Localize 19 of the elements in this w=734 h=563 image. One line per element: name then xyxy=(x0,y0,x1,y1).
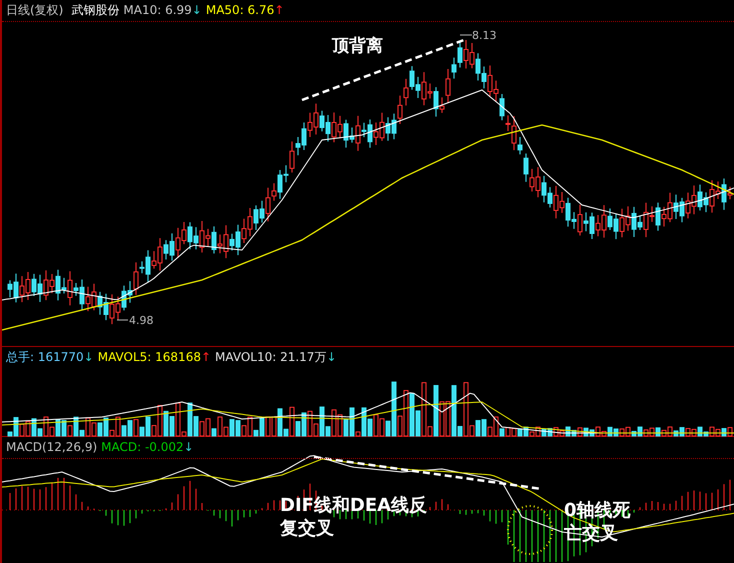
trend-arrow: ↑ xyxy=(200,349,212,366)
indicator-label: MACD(12,26,9) xyxy=(6,439,98,456)
annotation-text: 顶背离 xyxy=(332,35,383,58)
indicator-label: MA50: 6.76 xyxy=(206,2,274,19)
price-label: 4.98 xyxy=(129,313,154,329)
indicator-label: 总手: 161770 xyxy=(6,349,84,366)
dotted-ellipse xyxy=(507,505,553,555)
indicator-label: MA10: 6.99 xyxy=(123,2,192,19)
trend-arrow: ↓ xyxy=(84,349,94,366)
stock-name: 武钢股份 xyxy=(71,2,120,19)
trend-arrow: ↑ xyxy=(274,2,284,19)
indicator-label: MAVOL10: 21.17万 xyxy=(215,349,326,366)
indicator-label: MACD: -0.002 xyxy=(101,439,184,456)
chart-period: 日线(复权) xyxy=(6,2,64,19)
indicator-label: MAVOL5: 168168 xyxy=(98,349,201,366)
price-label: 8.13 xyxy=(472,28,496,44)
trend-arrow: ↓ xyxy=(326,349,336,366)
trend-arrow: ↓ xyxy=(184,439,194,456)
trend-arrow: ↓ xyxy=(192,2,202,19)
